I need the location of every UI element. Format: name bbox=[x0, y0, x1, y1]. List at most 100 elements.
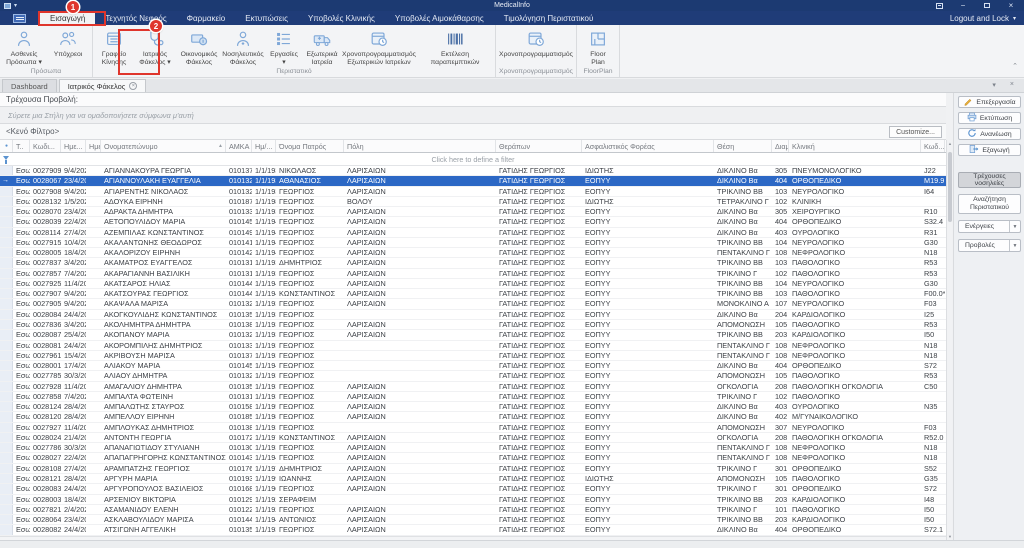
ribbon-button[interactable]: Ιατρικός Φάκελος ▾ bbox=[133, 26, 177, 67]
table-row[interactable]: Εσω00278373/4/202ΑΚΑΜΑΤΡΟΣ ΕΥΑΓΓΕΛΟΣ0101… bbox=[0, 258, 946, 268]
column-header[interactable]: Κωδ... bbox=[921, 140, 945, 152]
table-row[interactable]: Εσω002806423/4/20ΑΣΚΛΑΒΟΥΛΙΔΟΥ ΜΑΡΙΣΑ010… bbox=[0, 515, 946, 525]
column-header[interactable]: Όνομα Πατρός bbox=[276, 140, 344, 152]
restore-icon[interactable] bbox=[980, 1, 994, 10]
column-header[interactable]: ● bbox=[0, 140, 13, 152]
column-header[interactable]: Ημ/... bbox=[252, 140, 276, 152]
document-tab[interactable]: Dashboard bbox=[2, 79, 57, 92]
panel-close-icon[interactable]: × bbox=[1010, 81, 1014, 89]
chevron-down-icon[interactable]: ▼ bbox=[1009, 240, 1020, 251]
float-window-icon[interactable] bbox=[932, 1, 946, 10]
minimize-icon[interactable]: − bbox=[956, 1, 970, 10]
table-row[interactable]: Εσω00278587/4/202ΑΜΠΑΛΤΑ ΦΩΤΕΙΝΗ01013101… bbox=[0, 392, 946, 402]
current-view-bar[interactable]: Τρέχουσα Προβολή: bbox=[0, 93, 946, 107]
actions-dropdown[interactable]: Ενέργειες ▼ bbox=[958, 220, 1021, 233]
table-row[interactable]: →Εσω002806723/4/20ΑΓΙΑΝΝΟΥΛΑΚΗ ΕΥΑΓΓΕΛΙΑ… bbox=[0, 176, 946, 186]
vertical-scrollbar[interactable]: ▲ ▼ bbox=[946, 140, 952, 540]
panel-collapse-icon[interactable]: ▾ bbox=[992, 81, 996, 89]
table-row[interactable]: Εσω002812128/4/20ΑΡΓΥΡΗ ΜΑΡΙΑ01019301/1/… bbox=[0, 474, 946, 484]
filter-bar[interactable]: <Κενό Φίλτρο> Customize... bbox=[0, 124, 946, 140]
table-row[interactable]: Εσω00279079/4/202ΑΚΑΤΣΟΥΡΑΣ ΓΕΩΡΓΙΟΣ0101… bbox=[0, 289, 946, 299]
table-row[interactable]: Εσω00279089/4/202ΑΓΙΑΡΕΝΤΗΣ ΝΙΚΟΛΑΟΣ0101… bbox=[0, 187, 946, 197]
tab-close-icon[interactable]: × bbox=[129, 82, 137, 90]
document-tab[interactable]: Ιατρικός Φάκελος× bbox=[59, 79, 147, 92]
column-header[interactable]: Τ.. bbox=[13, 140, 30, 152]
current-hospitalizations-button[interactable]: Τρέχουσες νοσηλείες bbox=[958, 172, 1021, 188]
column-header[interactable]: Πόλη bbox=[344, 140, 496, 152]
close-icon[interactable]: × bbox=[1004, 1, 1018, 10]
column-header[interactable]: Ασφαλιστικός Φορέας bbox=[582, 140, 714, 152]
menu-tab[interactable]: Τιμολόγηση Περιστατικού bbox=[494, 11, 604, 25]
table-row[interactable]: Εσω00278212/4/202ΑΣΑΜΑΝΙΔΟΥ ΕΛΕΝΗ0101220… bbox=[0, 505, 946, 515]
table-row[interactable]: Εσω002792711/4/20ΑΜΠΛΟΥΚΑΣ ΔΗΜΗΤΡΙΟΣ0101… bbox=[0, 423, 946, 433]
table-row[interactable]: Εσω002808124/4/20ΑΚΟΡΟΜΠΙΛΗΣ ΔΗΜΗΤΡΙΟΣ01… bbox=[0, 341, 946, 351]
table-row[interactable]: Εσω002792811/4/20ΑΜΑΓΑΛΙΟΥ ΔΗΜΗΤΡΑ010135… bbox=[0, 382, 946, 392]
ribbon-button[interactable]: Εξωτερικά Ιατρεία bbox=[303, 26, 341, 67]
table-row[interactable]: Εσω002811427/4/20ΑΖΕΜΠΙΛΑΣ ΚΩΝΣΤΑΝΤΙΝΟΣ0… bbox=[0, 228, 946, 238]
ribbon-button[interactable]: Εργασίες ▾ bbox=[265, 26, 303, 67]
table-row[interactable]: Εσω00279059/4/202ΑΚΑΨΑΛΑ ΜΑΡΙΣΑ01013201/… bbox=[0, 299, 946, 309]
ribbon-button[interactable]: Γραφείο Κίνησης bbox=[95, 26, 133, 67]
table-row[interactable]: Εσω002791510/4/20ΑΚΑΛΑΝΤΩΝΗΣ ΘΕΟΔΩΡΟΣ010… bbox=[0, 238, 946, 248]
table-row[interactable]: Εσω002802722/4/20ΑΠΑΠΑΓΡΗΓΟΡΗΣ ΚΩΝΣΤΑΝΤΙ… bbox=[0, 453, 946, 463]
refresh-button[interactable]: Ανανέωση bbox=[958, 128, 1021, 140]
ribbon-button[interactable]: Χρονοπρογραμματισμός Εξωτερικών Ιατρείων bbox=[341, 26, 417, 67]
table-row[interactable]: Εσω00281321/5/202ΑΔΟΥΚΑ ΕΙΡΗΝΗ01018731/1… bbox=[0, 197, 946, 207]
table-row[interactable]: Εσω002808224/4/20ΑΤΣΙΓΩΝΗ ΑΓΓΕΛΙΚΗ010135… bbox=[0, 525, 946, 535]
column-header[interactable]: Ημε... bbox=[61, 140, 86, 152]
table-row[interactable]: Εσω002796115/4/20ΑΚΡΙΒΟΥΣΗ ΜΑΡΙΣΑ0101370… bbox=[0, 351, 946, 361]
table-row[interactable]: Εσω002808424/4/20ΑΚΟΓΚΟΥΛΙΔΗΣ ΚΩΝΣΤΑΝΤΙΝ… bbox=[0, 310, 946, 320]
column-header[interactable]: Κλινική bbox=[789, 140, 921, 152]
column-header[interactable]: Ονοματεπώνυμο▲ bbox=[101, 140, 226, 152]
views-dropdown[interactable]: Προβολές ▼ bbox=[958, 239, 1021, 252]
column-header[interactable]: Κωδι... bbox=[30, 140, 61, 152]
ribbon-button[interactable]: Εκτέλεση παραπεμπτικών bbox=[417, 26, 493, 67]
table-row[interactable]: Εσω002800117/4/20ΑΛΙΑΚΟΥ ΜΑΡΙΑ01014501/1… bbox=[0, 361, 946, 371]
auto-filter-row[interactable]: Click here to define a filter bbox=[0, 153, 946, 166]
print-button[interactable]: Εκτύπωση bbox=[958, 112, 1021, 124]
menu-tab[interactable]: Τεχνητός Νεφρός bbox=[95, 11, 176, 25]
table-row[interactable]: Εσω002808324/4/20ΑΡΓΥΡΟΠΟΥΛΟΣ ΒΑΣΙΛΕΙΟΣ0… bbox=[0, 484, 946, 494]
logout-and-lock-button[interactable]: Logout and Lock ▾ bbox=[950, 11, 1016, 25]
table-row[interactable]: Εσω002778630/3/20ΑΠΑΝΑΓΙΩΤΙΔΟΥ ΣΤΥΛΙΑΝΗ0… bbox=[0, 443, 946, 453]
ribbon-button[interactable]: Οικονομικός Φάκελος bbox=[177, 26, 221, 67]
table-row[interactable]: Εσω002812428/4/20ΑΜΠΑΛΩΤΗΣ ΣΤΑΥΡΟΣ010158… bbox=[0, 402, 946, 412]
table-row[interactable]: Εσω002808725/4/20ΑΚΟΠΑΝΟΥ ΜΑΡΙΑ01013201/… bbox=[0, 330, 946, 340]
table-row[interactable]: Εσω002792511/4/20ΑΚΑΤΣΑΡΟΣ ΗΛΙΑΣ01014401… bbox=[0, 279, 946, 289]
menu-tab[interactable]: Φαρμακείο bbox=[177, 11, 236, 25]
column-header[interactable]: Ημε... bbox=[86, 140, 101, 152]
table-row[interactable]: Εσω00278577/4/202ΑΚΑΡΑΓΙΑΝΝΗ ΒΑΣΙΛΙΚΗ010… bbox=[0, 269, 946, 279]
column-header[interactable]: ΑΜΚΑ bbox=[226, 140, 252, 152]
table-row[interactable]: Εσω002802421/4/20ΑΝΤΟΝΤΗ ΓΕΩΡΓΙΑ01017201… bbox=[0, 433, 946, 443]
group-by-bar[interactable]: Σύρετε μια Στήλη για να ομαδοποιήσετε σύ… bbox=[0, 107, 946, 124]
table-row[interactable]: Εσω002800518/4/20ΑΚΑΛΟΡΙΖΟΥ ΕΙΡΗΝΗ010142… bbox=[0, 248, 946, 258]
export-button[interactable]: Εξαγωγή bbox=[958, 144, 1021, 156]
column-header[interactable]: Θεράπων bbox=[496, 140, 582, 152]
customize-button[interactable]: Customize... bbox=[889, 126, 942, 138]
ribbon-collapse-icon[interactable]: ⌃ bbox=[1012, 62, 1018, 70]
column-header[interactable]: Θέση bbox=[714, 140, 772, 152]
table-row[interactable]: Εσω002778530/3/20ΑΛΙΑΟΥ ΔΗΜΗΤΡΑ01013201/… bbox=[0, 371, 946, 381]
ribbon-button[interactable]: Ασθενείς Πρόσωπα ▾ bbox=[2, 26, 46, 67]
menu-tab[interactable]: Υποβολές Αιμοκάθαρσης bbox=[385, 11, 494, 25]
ribbon-button[interactable]: Floor Plan bbox=[579, 26, 617, 67]
application-menu-button[interactable] bbox=[6, 11, 32, 25]
menu-tab[interactable]: Εισαγωγή bbox=[40, 11, 95, 25]
chevron-down-icon[interactable]: ▼ bbox=[1009, 221, 1020, 232]
table-row[interactable]: Εσω002810827/4/20ΑΡΑΜΠΑΤΖΗΣ ΓΕΩΡΓΙΟΣ0101… bbox=[0, 464, 946, 474]
ribbon-button[interactable]: Νοσηλευτικός Φάκελος bbox=[221, 26, 265, 67]
menu-tab[interactable]: Εκτυπώσεις bbox=[235, 11, 298, 25]
table-row[interactable]: Εσω002800318/4/20ΑΡΣΕΝΙΟΥ ΒΙΚΤΩΡΙΑ010129… bbox=[0, 495, 946, 505]
menu-tab[interactable]: Υποβολές Κλινικής bbox=[298, 11, 385, 25]
ribbon-button[interactable]: Χρονοπρογραμματισμός bbox=[498, 26, 574, 67]
table-row[interactable]: Εσω00279099/4/202ΑΓΙΑΝΝΑΚΟΥΡΑ ΓΕΩΡΓΙΑ010… bbox=[0, 166, 946, 176]
table-row[interactable]: Εσω00278363/4/202ΑΚΟΛΗΜΗΤΡΑ ΔΗΜΗΤΡΑ01013… bbox=[0, 320, 946, 330]
table-row[interactable]: Εσω002803922/4/20ΑΕΤΟΠΟΥΛΙΔΟΥ ΜΑΡΙΑ01014… bbox=[0, 217, 946, 227]
edit-button[interactable]: Επεξεργασία bbox=[958, 96, 1021, 108]
column-header[interactable]: Διαμ... bbox=[772, 140, 789, 152]
scrollbar-thumb[interactable] bbox=[948, 152, 952, 222]
table-row[interactable]: Εσω002812028/4/20ΑΜΠΕΛΛΟΥ ΕΙΡΗΝΗ01018501… bbox=[0, 412, 946, 422]
table-row[interactable]: Εσω002807023/4/20ΑΔΡΑΚΤΑ ΔΗΜΗΤΡΑ01013301… bbox=[0, 207, 946, 217]
search-case-button[interactable]: Αναζήτηση Περιστατικού bbox=[958, 194, 1021, 214]
ribbon-button[interactable]: Υπόχρεοι bbox=[46, 26, 90, 67]
